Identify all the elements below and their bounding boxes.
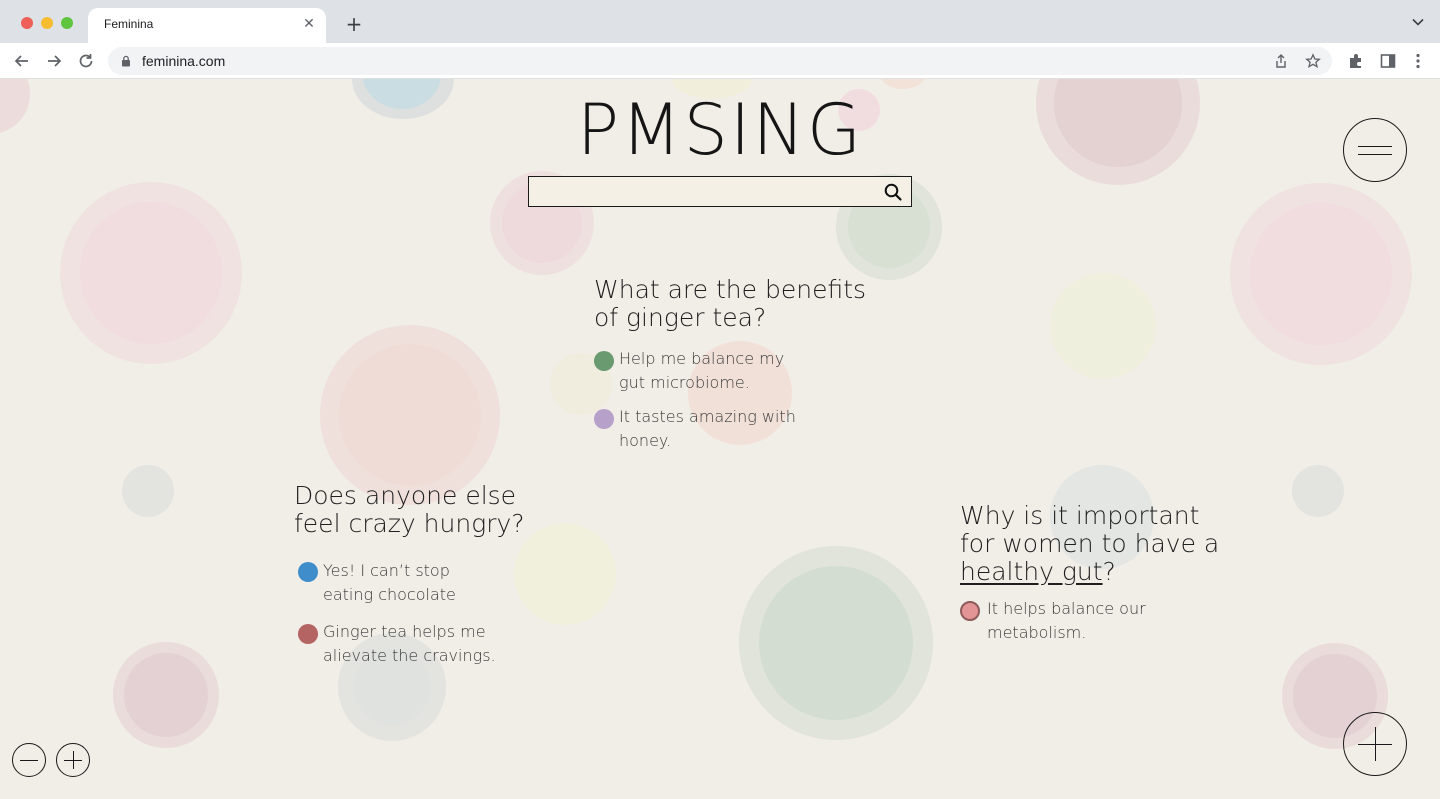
answer-line: It helps balance our xyxy=(987,599,1146,618)
page-content: PMSING What are the benefits of ginger t… xyxy=(0,79,1440,799)
zoom-in-button[interactable] xyxy=(56,743,90,777)
bg-bubble xyxy=(80,202,222,344)
answer-line: metabolism. xyxy=(987,623,1087,642)
post-question[interactable]: Does anyone else feel crazy hungry? xyxy=(294,482,525,538)
bg-bubble xyxy=(1292,465,1344,517)
bg-bubble xyxy=(514,523,616,625)
post-question[interactable]: What are the benefits of ginger tea? xyxy=(594,276,866,332)
answer-item[interactable]: Help me balance my gut microbiome. xyxy=(619,347,784,395)
site-logo[interactable]: PMSING xyxy=(0,91,1440,169)
answer-item[interactable]: It tastes amazing with honey. xyxy=(619,405,796,453)
minus-icon xyxy=(20,760,38,761)
question-line: of ginger tea? xyxy=(594,303,767,332)
answer-item[interactable]: Yes! I can’t stop eating chocolate xyxy=(323,559,456,607)
post-question[interactable]: Why is it important for women to have a … xyxy=(960,502,1219,586)
question-line: healthy gut? xyxy=(960,558,1219,586)
tab-title: Feminina xyxy=(104,17,154,31)
healthy-gut-link[interactable]: healthy gut xyxy=(960,557,1103,586)
answer-item[interactable]: Ginger tea helps me alievate the craving… xyxy=(323,620,496,668)
browser-tab[interactable]: Feminina ✕ xyxy=(88,8,326,43)
more-menu-icon[interactable] xyxy=(1409,52,1427,70)
bg-bubble xyxy=(759,566,913,720)
plus-icon-vertical xyxy=(1375,727,1376,761)
answer-line: gut microbiome. xyxy=(619,373,750,392)
answer-item[interactable]: It helps balance our metabolism. xyxy=(987,597,1146,645)
bg-bubble xyxy=(1050,273,1156,379)
back-arrow-icon[interactable] xyxy=(11,50,33,72)
answer-line: eating chocolate xyxy=(323,585,456,604)
browser-tab-bar: Feminina ✕ + xyxy=(0,0,1440,43)
question-line: Does anyone else xyxy=(294,481,517,510)
blue-answer-dot xyxy=(298,562,318,582)
plus-icon-vertical xyxy=(73,751,74,769)
bg-bubble xyxy=(1250,203,1392,345)
question-line: What are the benefits xyxy=(594,275,867,304)
add-post-button[interactable] xyxy=(1343,712,1407,776)
minimize-window-button[interactable] xyxy=(41,17,53,29)
rose-answer-dot xyxy=(298,624,318,644)
bg-bubble xyxy=(122,465,174,517)
hamburger-menu-button[interactable] xyxy=(1343,118,1407,182)
answer-line: honey. xyxy=(619,431,672,450)
url-text: feminina.com xyxy=(142,53,226,69)
maximize-window-button[interactable] xyxy=(61,17,73,29)
side-panel-icon[interactable] xyxy=(1379,52,1397,70)
answer-line: Help me balance my xyxy=(619,349,785,368)
share-icon[interactable] xyxy=(1273,53,1289,69)
question-line: for women to have a xyxy=(960,529,1220,558)
lock-icon xyxy=(122,55,130,67)
search-icon[interactable] xyxy=(883,182,903,202)
zoom-out-button[interactable] xyxy=(12,743,46,777)
answer-line: alievate the cravings. xyxy=(323,646,496,665)
question-line: Why is it important xyxy=(960,501,1200,530)
menu-line xyxy=(1358,146,1392,147)
forward-arrow-icon[interactable] xyxy=(43,50,65,72)
reload-icon[interactable] xyxy=(75,50,97,72)
search-input[interactable] xyxy=(528,176,912,207)
menu-line xyxy=(1358,154,1392,155)
tab-close-icon[interactable]: ✕ xyxy=(300,15,318,33)
bg-bubble xyxy=(124,653,208,737)
new-tab-button[interactable]: + xyxy=(343,13,365,35)
close-window-button[interactable] xyxy=(21,17,33,29)
pink-answer-dot xyxy=(960,601,980,621)
tab-list-chevron-icon[interactable] xyxy=(1410,14,1426,30)
address-bar[interactable]: feminina.com xyxy=(108,47,1332,75)
bg-bubble xyxy=(880,79,926,89)
question-tail: ? xyxy=(1102,557,1116,586)
answer-line: Ginger tea helps me xyxy=(323,622,486,641)
lilac-answer-dot xyxy=(594,409,614,429)
answer-line: It tastes amazing with xyxy=(619,407,796,426)
question-line: feel crazy hungry? xyxy=(294,509,525,538)
bookmark-star-icon[interactable] xyxy=(1305,53,1321,69)
browser-toolbar: feminina.com xyxy=(0,43,1440,79)
green-answer-dot xyxy=(594,351,614,371)
bg-bubble xyxy=(339,344,481,486)
answer-line: Yes! I can’t stop xyxy=(323,561,450,580)
extensions-icon[interactable] xyxy=(1347,52,1365,70)
